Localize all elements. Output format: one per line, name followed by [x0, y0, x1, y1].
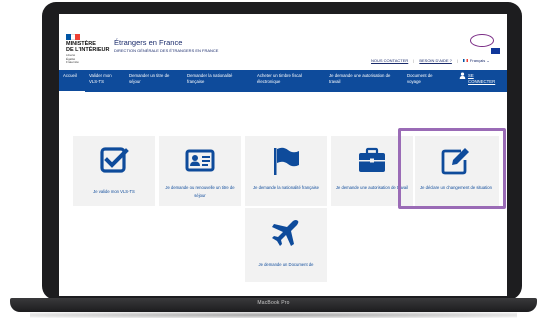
- briefcase-icon: [359, 147, 385, 172]
- airplane-icon: [272, 220, 299, 246]
- flag-icon: [274, 147, 299, 175]
- user-icon: [459, 72, 466, 79]
- eu-flag-icon: [491, 48, 500, 54]
- site-header: MINISTÈRE DE L'INTÉRIEUR Liberté Égalité…: [59, 14, 507, 70]
- tile-label: Je demande ou renouvelle un titre de séj…: [165, 185, 235, 198]
- site-subtitle: DIRECTION GÉNÉRALE DES ÉTRANGERS EN FRAN…: [114, 48, 219, 53]
- id-card-icon: [185, 149, 215, 172]
- french-flag-icon: [462, 59, 468, 63]
- nav-item-titre-sejour[interactable]: Demander un titre de séjour: [125, 70, 183, 92]
- tile-residence-permit[interactable]: Je demande ou renouvelle un titre de séj…: [159, 136, 241, 206]
- header-links: NOUS CONTACTER | BESOIN D'AIDE ? | Franç…: [371, 58, 490, 63]
- nav-item-autorisation-travail[interactable]: Je demande une autorisation de travail: [325, 70, 403, 92]
- language-selector[interactable]: Français ⌄: [462, 58, 490, 63]
- separator: |: [413, 58, 415, 63]
- contact-link[interactable]: NOUS CONTACTER: [371, 58, 408, 63]
- tile-validate-vls-ts[interactable]: Je valide mon VLS-TS: [73, 136, 155, 206]
- tile-travel-document[interactable]: Je demande un Document de: [245, 208, 327, 282]
- tile-label: Je demande un Document de: [258, 262, 314, 267]
- tile-label: Je valide mon VLS-TS: [93, 189, 135, 194]
- help-link[interactable]: BESOIN D'AIDE ?: [419, 58, 452, 63]
- nav-item-timbre-fiscal[interactable]: Acheter un timbre fiscal électronique: [253, 70, 325, 92]
- republic-flag-icon: [66, 34, 81, 40]
- laptop-shadow: [30, 312, 517, 318]
- nav-item-document-voyage[interactable]: Document de voyage: [403, 70, 443, 92]
- checkbox-icon: [100, 147, 129, 173]
- language-label: Français: [469, 58, 486, 63]
- tile-nationality[interactable]: Je demande la nationalité française: [245, 136, 327, 206]
- ministry-name: MINISTÈRE DE L'INTÉRIEUR: [66, 41, 110, 53]
- highlight-frame: [398, 128, 506, 209]
- nav-item-accueil[interactable]: Accueil: [59, 70, 85, 92]
- login-link[interactable]: SE CONNECTER: [468, 73, 495, 84]
- site-title[interactable]: Étrangers en France: [114, 38, 182, 47]
- device-label: MacBook Pro: [257, 300, 290, 306]
- tile-label: Je demande la nationalité française: [253, 185, 319, 190]
- site-logo-icon: [470, 34, 494, 47]
- main-nav: Accueil Valider mon VLS-TS Demander un t…: [59, 70, 507, 92]
- nav-item-nationalite[interactable]: Demander la nationalité française: [183, 70, 253, 92]
- nav-item-vls-ts[interactable]: Valider mon VLS-TS: [85, 70, 125, 92]
- republic-motto: Liberté Égalité Fraternité: [66, 53, 79, 64]
- separator: |: [456, 58, 458, 63]
